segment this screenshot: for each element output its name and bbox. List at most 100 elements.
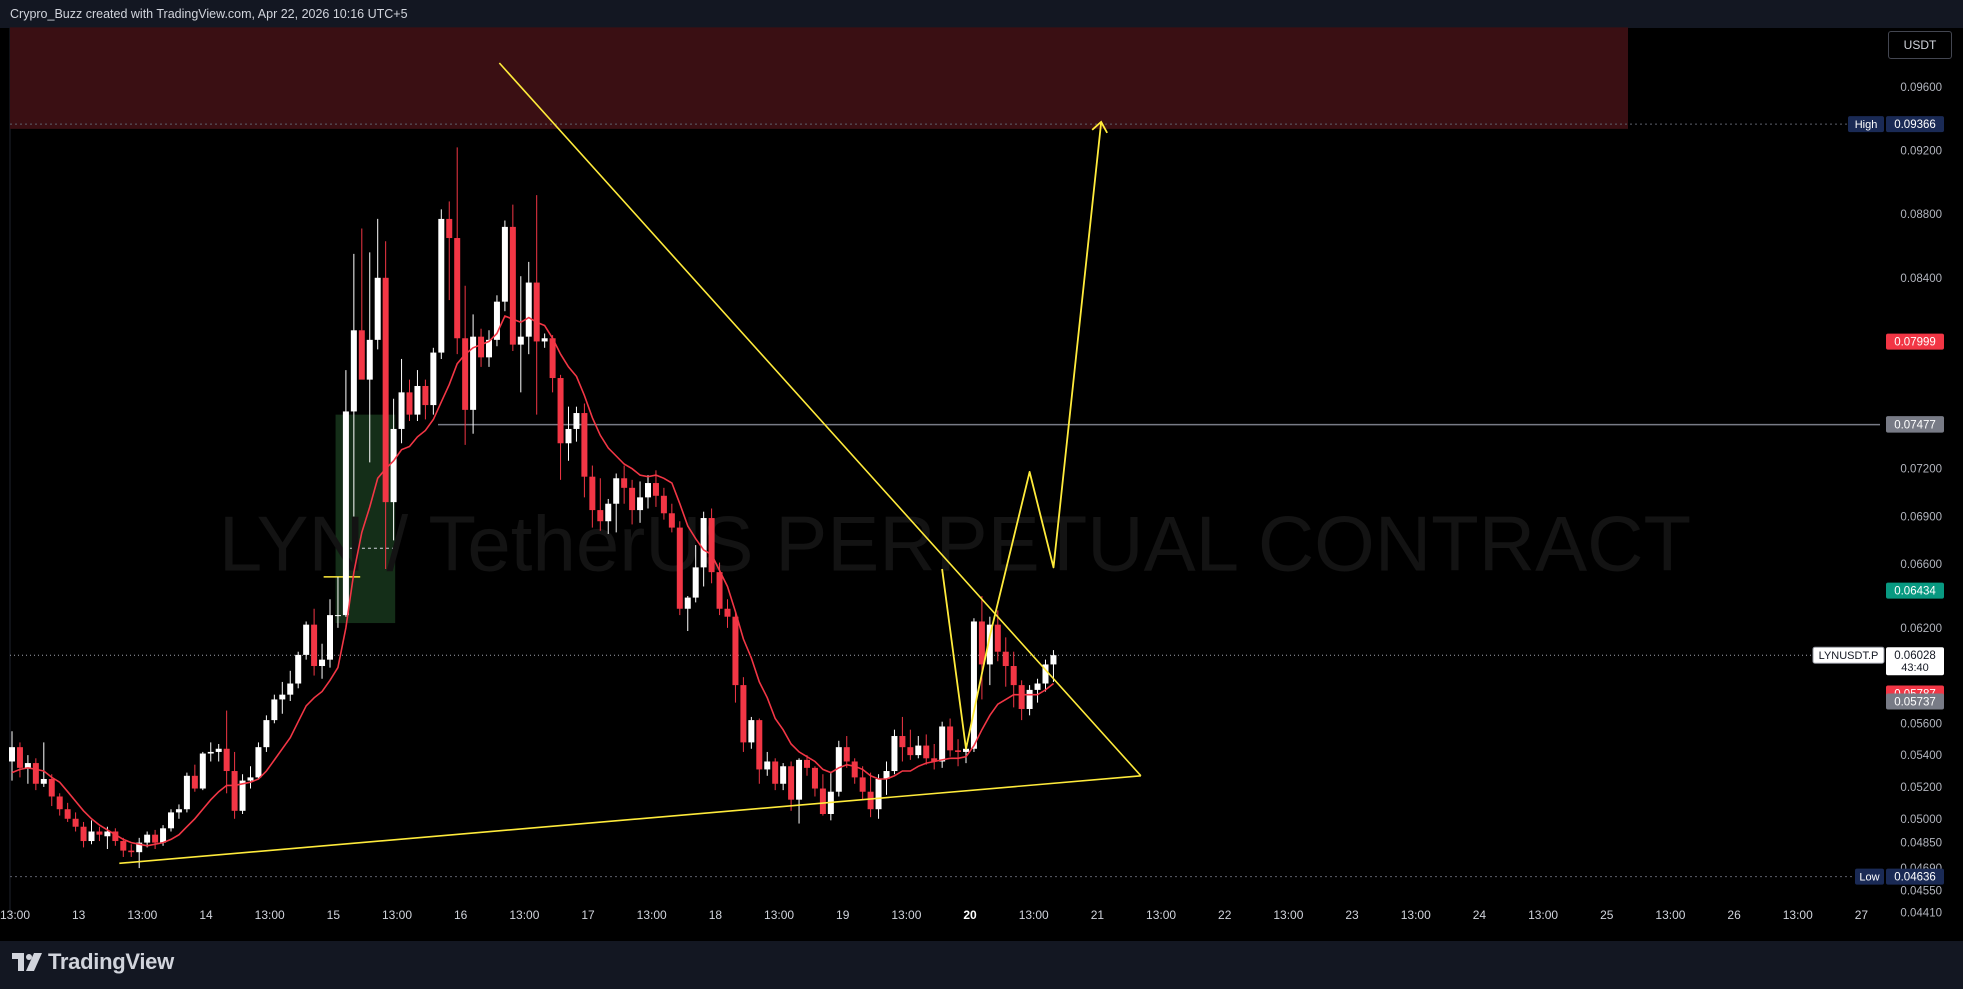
candle[interactable] [56, 793, 63, 816]
candle[interactable] [279, 681, 286, 714]
candle[interactable] [565, 406, 572, 461]
candle[interactable] [263, 715, 270, 752]
candle[interactable] [851, 758, 858, 784]
candle[interactable] [168, 809, 174, 832]
candle[interactable] [446, 201, 453, 301]
candle[interactable] [128, 844, 135, 857]
candle[interactable] [676, 521, 683, 616]
candle[interactable] [533, 195, 540, 415]
candle[interactable] [621, 465, 628, 504]
candle[interactable] [136, 837, 143, 869]
candle[interactable] [509, 204, 516, 351]
candle[interactable] [501, 220, 508, 312]
candle[interactable] [80, 821, 87, 848]
candle[interactable] [867, 772, 874, 818]
candle[interactable] [517, 276, 524, 393]
candle[interactable] [16, 742, 23, 778]
candle[interactable] [327, 599, 333, 668]
candle[interactable] [525, 261, 532, 355]
candle[interactable] [287, 670, 294, 702]
candle[interactable] [819, 774, 826, 816]
candle[interactable] [907, 729, 914, 760]
candle[interactable] [1034, 678, 1041, 703]
candle[interactable] [788, 761, 795, 811]
candle[interactable] [239, 774, 246, 814]
candle[interactable] [557, 374, 564, 480]
candle[interactable] [756, 718, 763, 784]
candle[interactable] [1018, 680, 1025, 721]
candle[interactable] [1042, 659, 1049, 692]
candle[interactable] [478, 328, 485, 367]
candle[interactable] [732, 611, 739, 703]
candle[interactable] [32, 758, 39, 791]
ascending-trendline [119, 775, 1141, 865]
candle[interactable] [454, 147, 461, 355]
candle[interactable] [780, 763, 787, 791]
candle[interactable] [152, 829, 159, 849]
candle[interactable] [215, 743, 222, 762]
candle[interactable] [708, 508, 715, 584]
candle[interactable] [947, 718, 954, 757]
candle[interactable] [255, 742, 262, 779]
tradingview-logo[interactable]: TradingView [12, 949, 174, 975]
candle[interactable] [811, 766, 818, 797]
candle[interactable] [1010, 651, 1017, 708]
candle[interactable] [486, 330, 492, 367]
candle[interactable] [581, 403, 588, 498]
candle[interactable] [748, 716, 755, 749]
candle[interactable] [843, 736, 850, 768]
candle[interactable] [724, 599, 731, 628]
candle[interactable] [422, 379, 429, 420]
candle[interactable] [295, 651, 302, 689]
candle[interactable] [183, 772, 190, 813]
candle[interactable] [64, 802, 71, 822]
candle[interactable] [899, 716, 906, 762]
candle[interactable] [414, 370, 421, 421]
candle[interactable] [398, 358, 405, 444]
candle[interactable] [931, 743, 938, 770]
candle[interactable] [772, 758, 779, 791]
candle[interactable] [247, 766, 254, 789]
candle[interactable] [311, 608, 318, 676]
candle[interactable] [207, 742, 214, 762]
candle[interactable] [96, 826, 103, 842]
candle[interactable] [223, 710, 230, 794]
candle[interactable] [1002, 637, 1009, 687]
candle[interactable] [342, 370, 349, 617]
candle[interactable] [470, 314, 477, 434]
candle[interactable] [740, 677, 747, 752]
candle[interactable] [955, 739, 962, 767]
candle[interactable] [764, 751, 771, 776]
candle[interactable] [796, 758, 803, 824]
candle[interactable] [319, 643, 326, 679]
candle[interactable] [199, 751, 206, 791]
candle[interactable] [358, 228, 365, 380]
candle[interactable] [462, 285, 469, 445]
candle[interactable] [406, 379, 413, 421]
candle[interactable] [684, 596, 691, 632]
candle[interactable] [923, 734, 930, 765]
candle[interactable] [493, 295, 500, 347]
candle[interactable] [271, 694, 278, 724]
candle[interactable] [970, 618, 977, 752]
candle[interactable] [40, 742, 47, 787]
candle[interactable] [541, 333, 548, 348]
candle[interactable] [438, 209, 445, 359]
candle[interactable] [24, 755, 31, 784]
candle[interactable] [175, 804, 182, 819]
candle[interactable] [430, 347, 437, 415]
price-chart[interactable]: LYN / TetherUS PERPETUAL CONTRACT 13:00 1… [0, 0, 1963, 941]
candle[interactable] [573, 406, 580, 442]
candle[interactable] [88, 820, 95, 845]
candle[interactable] [915, 736, 922, 759]
candle[interactable] [374, 218, 381, 350]
currency-selector[interactable]: USDT [1888, 31, 1952, 59]
candle[interactable] [891, 729, 898, 775]
candle[interactable] [72, 812, 79, 832]
candle[interactable] [112, 828, 119, 846]
candle[interactable] [1026, 685, 1033, 716]
candle[interactable] [875, 774, 882, 819]
candle[interactable] [303, 621, 310, 660]
candle[interactable] [827, 772, 834, 821]
candle[interactable] [191, 764, 198, 792]
